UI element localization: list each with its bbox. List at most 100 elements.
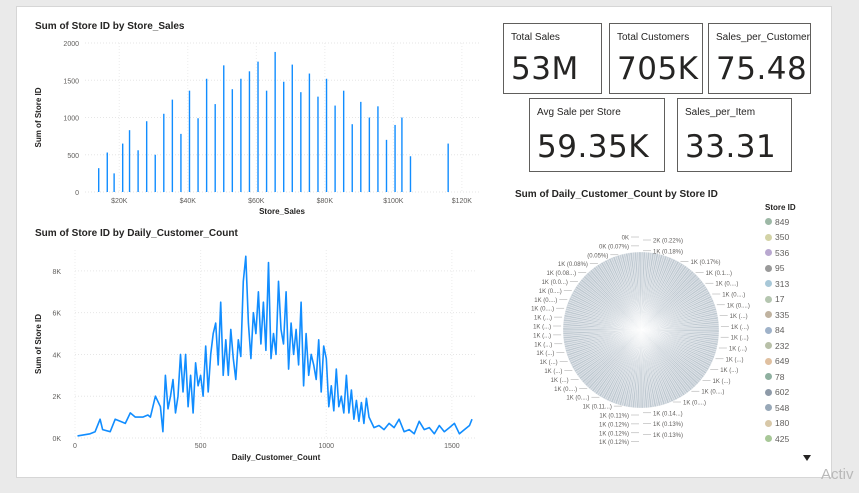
bar [171, 99, 174, 192]
bar [240, 78, 242, 192]
data-label: 0K (0.07%) [599, 244, 629, 250]
bar [351, 124, 353, 192]
y-tick-label: 1500 [63, 78, 79, 85]
data-label: 1K (0.14...) [653, 411, 683, 417]
x-tick-label: $20K [111, 198, 128, 205]
data-label: 1K (...) [731, 325, 749, 331]
bar [113, 173, 115, 192]
data-label: 1K (0.13%) [653, 422, 683, 428]
bar [180, 133, 182, 192]
y-tick-label: 2K [52, 394, 61, 401]
bar [334, 105, 336, 192]
bar [317, 96, 319, 192]
data-label: 1K (0....) [554, 387, 577, 393]
legend-title: Store ID [765, 203, 796, 212]
kpi-value: 53M [511, 51, 579, 87]
kpi-value: 705K [617, 51, 699, 87]
y-axis-title: Sum of Store ID [34, 314, 43, 374]
line-chart[interactable]: 0K 2K 4K 6K 8K 0 500 1000 1500 Daily_Customer_Cou… [27, 240, 487, 472]
legend-label: 335 [775, 309, 790, 320]
bar [188, 90, 191, 192]
pie-chart-title: Sum of Daily_Customer_Count by Store ID [515, 189, 718, 200]
bar [137, 150, 139, 192]
legend-swatch [765, 280, 772, 288]
kpi-card-avg-sale-per-store[interactable]: Avg Sale per Store 59.35K [529, 98, 665, 172]
data-label: 1K (0....) [722, 293, 745, 299]
kpi-label: Sales_per_Item [685, 107, 756, 118]
legend-item[interactable]: 602 [765, 385, 827, 401]
legend-item[interactable]: 548 [765, 400, 827, 416]
kpi-card-sales-per-customer[interactable]: Sales_per_Customer 75.48 [708, 23, 811, 94]
data-label: 1K (0....) [531, 307, 554, 313]
x-axis-title: Daily_Customer_Count [232, 453, 321, 462]
bar [154, 154, 156, 192]
bar [128, 130, 131, 192]
legend-swatch [765, 419, 772, 427]
kpi-value: 59.35K [537, 129, 650, 165]
bar [223, 65, 225, 192]
legend-swatch [765, 295, 772, 303]
kpi-label: Avg Sale per Store [537, 107, 621, 118]
legend-swatch [765, 326, 772, 334]
legend-item[interactable]: 350 [765, 230, 827, 246]
legend-item[interactable]: 84 [765, 323, 827, 339]
legend-swatch [765, 233, 772, 241]
legend-item[interactable]: 425 [765, 431, 827, 447]
data-label: 1K (0.18%) [653, 249, 683, 255]
data-label: 1K (...) [533, 325, 551, 331]
data-label: 1K (...) [713, 379, 731, 385]
kpi-card-total-customers[interactable]: Total Customers 705K [609, 23, 703, 94]
legend-item[interactable]: 849 [765, 214, 827, 230]
legend-scroll-down-icon[interactable] [802, 453, 812, 463]
y-tick-label: 6K [52, 311, 61, 318]
bar [106, 152, 108, 192]
bar [231, 89, 234, 192]
legend-label: 95 [775, 263, 785, 274]
x-tick-label: $80K [317, 198, 334, 205]
data-label: 1K (0.12%) [599, 440, 629, 446]
legend-item[interactable]: 649 [765, 354, 827, 370]
bar [214, 104, 216, 192]
kpi-card-total-sales[interactable]: Total Sales 53M [503, 23, 602, 94]
kpi-label: Sales_per_Customer [716, 32, 810, 43]
legend-item[interactable]: 536 [765, 245, 827, 261]
data-label: 2K (0.22%) [653, 239, 683, 245]
legend-item[interactable]: 232 [765, 338, 827, 354]
x-tick-label: $60K [248, 198, 265, 205]
legend-label: 548 [775, 402, 790, 413]
x-tick-label: 0 [73, 443, 77, 450]
kpi-card-sales-per-item[interactable]: Sales_per_Item 33.31 [677, 98, 792, 172]
data-label: 1K (...) [730, 314, 748, 320]
x-tick-label: 1000 [318, 443, 334, 450]
data-label: 1K (...) [551, 378, 569, 384]
legend-item[interactable]: 180 [765, 416, 827, 432]
data-label: 0K [622, 236, 629, 242]
y-tick-label: 4K [52, 352, 61, 359]
data-label: 1K (0.1...) [706, 271, 732, 277]
legend-item[interactable]: 335 [765, 307, 827, 323]
legend-swatch [765, 357, 772, 365]
legend-swatch [765, 342, 772, 350]
legend-label: 849 [775, 216, 790, 227]
data-label: 1K (...) [534, 342, 552, 348]
bar [368, 117, 371, 192]
legend-label: 17 [775, 294, 785, 305]
legend-label: 649 [775, 356, 790, 367]
legend-item[interactable]: 313 [765, 276, 827, 292]
bar-chart[interactable]: 0 500 1000 1500 2000 $20K $40K $60K $80K $100K $12… [27, 33, 487, 233]
legend-item[interactable]: 17 [765, 292, 827, 308]
data-label: 1K (0.08%) [558, 262, 588, 268]
bar [300, 92, 302, 192]
series-line [77, 255, 473, 437]
bar [447, 143, 449, 192]
data-label: 1K (...) [540, 360, 558, 366]
bar [274, 51, 276, 192]
bar [401, 117, 403, 192]
pie-chart[interactable]: 0K 0K (0.07%) (0.05%) 1K (0.08%) 1K (0.08...… [515, 207, 765, 447]
y-tick-label: 1000 [63, 116, 79, 123]
x-tick-label: $40K [180, 198, 197, 205]
pie-legend[interactable]: Store ID 849 350 536 95 313 17 335 84 232 649 78 60… [765, 203, 827, 447]
legend-item[interactable]: 78 [765, 369, 827, 385]
legend-item[interactable]: 95 [765, 261, 827, 277]
bar [342, 90, 345, 192]
